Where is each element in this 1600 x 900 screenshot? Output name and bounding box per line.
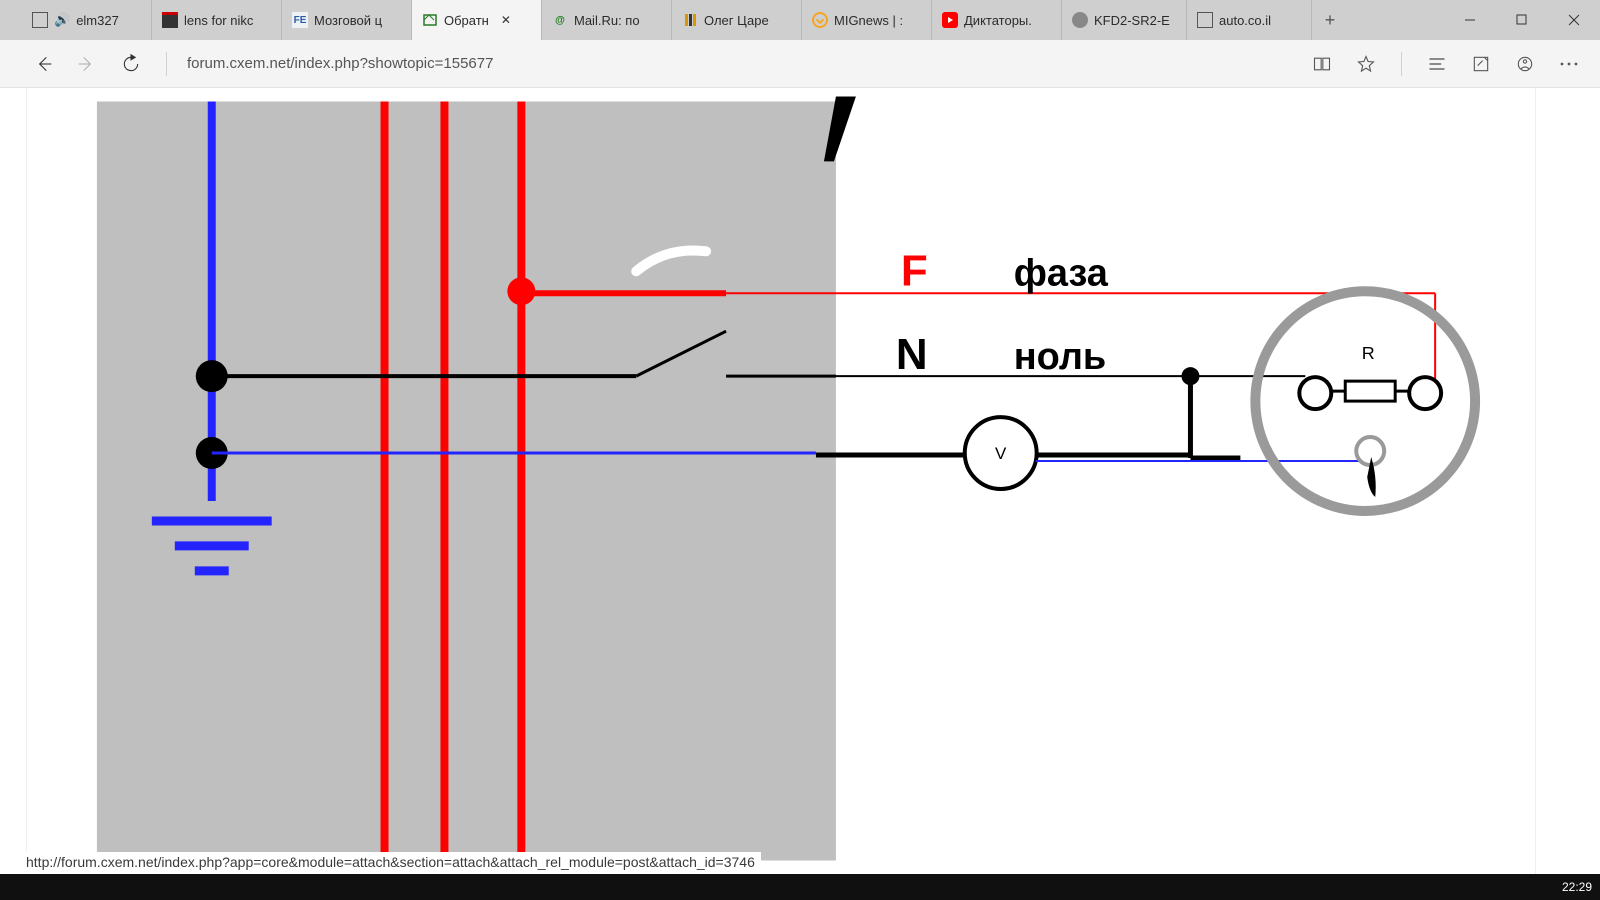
tab-lens[interactable]: lens for nikc xyxy=(152,0,282,40)
tab-elm327[interactable]: 🔊 elm327 xyxy=(22,0,152,40)
label-phase: фаза xyxy=(1014,252,1109,294)
resistor-label: R xyxy=(1362,343,1375,363)
tab-label: Обратн xyxy=(444,13,489,28)
tab-label: Mail.Ru: по xyxy=(574,13,640,28)
separator xyxy=(166,52,167,76)
favicon-youtube xyxy=(942,12,958,28)
label-n: N xyxy=(896,330,928,379)
favicon-bars xyxy=(682,12,698,28)
favicon-gray xyxy=(1072,12,1088,28)
notes-button[interactable] xyxy=(1460,43,1502,85)
favorite-button[interactable] xyxy=(1345,43,1387,85)
tab-obratn[interactable]: Обратн ✕ xyxy=(412,0,542,40)
tab-label: elm327 xyxy=(76,13,119,28)
status-bar: http://forum.cxem.net/index.php?app=core… xyxy=(20,852,761,874)
speaker-icon: 🔊 xyxy=(54,12,70,28)
more-button[interactable] xyxy=(1548,43,1590,85)
tab-label: KFD2-SR2-E xyxy=(1094,13,1170,28)
favicon-auto xyxy=(1197,12,1213,28)
tab-kfd2[interactable]: KFD2-SR2-E xyxy=(1062,0,1187,40)
voltmeter-label: V xyxy=(995,444,1007,463)
label-f: F xyxy=(901,246,928,295)
address-bar[interactable]: forum.cxem.net/index.php?showtopic=15567… xyxy=(181,55,1299,72)
tab-mailru[interactable]: @ Mail.Ru: по xyxy=(542,0,672,40)
taskbar-clock: 22:29 xyxy=(1554,880,1600,894)
forward-button[interactable] xyxy=(66,43,108,85)
tab-strip: 🔊 elm327 lens for nikc FE Мозговой ц Обр… xyxy=(0,0,1600,40)
reading-view-button[interactable] xyxy=(1301,43,1343,85)
tab-label: auto.co.il xyxy=(1219,13,1271,28)
refresh-button[interactable] xyxy=(110,43,152,85)
tab-label: Олег Царе xyxy=(704,13,769,28)
new-tab-button[interactable]: + xyxy=(1312,0,1348,40)
taskbar[interactable]: 22:29 xyxy=(0,874,1600,900)
tab-label: MIGnews | : xyxy=(834,13,903,28)
favicon-fe: FE xyxy=(292,12,308,28)
label-neutral: ноль xyxy=(1014,336,1107,378)
favicon-lens xyxy=(162,12,178,28)
window-controls xyxy=(1444,0,1600,40)
separator xyxy=(1401,52,1402,76)
maximize-button[interactable] xyxy=(1496,0,1548,40)
tab-mozgovoy[interactable]: FE Мозговой ц xyxy=(282,0,412,40)
window-close-button[interactable] xyxy=(1548,0,1600,40)
minimize-button[interactable] xyxy=(1444,0,1496,40)
page-content: V R F фаза N ноль xyxy=(0,88,1600,874)
tab-label: Диктаторы. xyxy=(964,13,1032,28)
tab-label: lens for nikc xyxy=(184,13,253,28)
hub-button[interactable] xyxy=(1416,43,1458,85)
nav-bar: forum.cxem.net/index.php?showtopic=15567… xyxy=(0,40,1600,88)
back-button[interactable] xyxy=(22,43,64,85)
tab-mignews[interactable]: MIGnews | : xyxy=(802,0,932,40)
favicon-mailru: @ xyxy=(552,12,568,28)
share-button[interactable] xyxy=(1504,43,1546,85)
tab-tsarev[interactable]: Олег Царе xyxy=(672,0,802,40)
page-body: V R F фаза N ноль xyxy=(26,88,1536,874)
close-icon[interactable]: ✕ xyxy=(499,13,513,27)
favicon-elm327 xyxy=(32,12,48,28)
circuit-diagram: V R F фаза N ноль xyxy=(27,88,1535,874)
favicon-cxem xyxy=(422,12,438,28)
tab-label: Мозговой ц xyxy=(314,13,382,28)
tab-autocoil[interactable]: auto.co.il xyxy=(1187,0,1312,40)
tab-dictators[interactable]: Диктаторы. xyxy=(932,0,1062,40)
favicon-mignews xyxy=(812,12,828,28)
